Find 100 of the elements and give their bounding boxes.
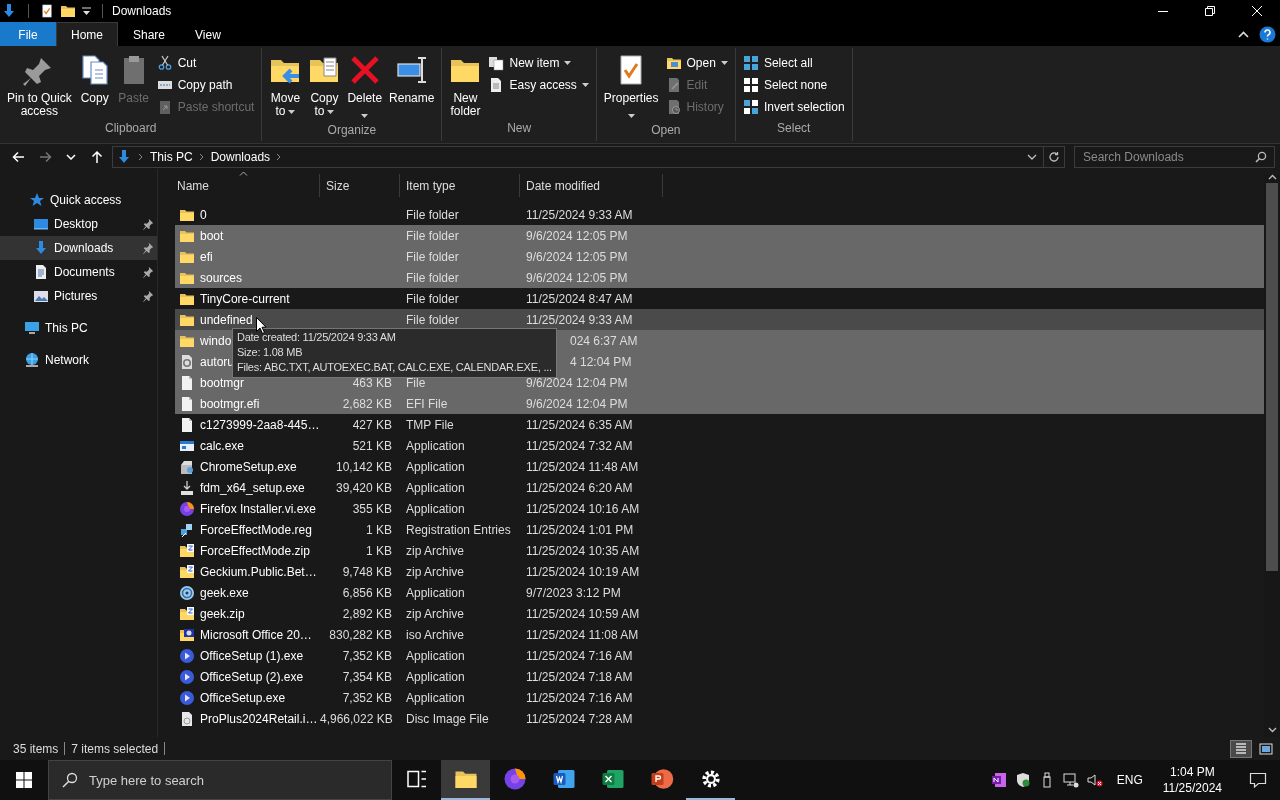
dropdown-chevron-icon[interactable]	[1027, 153, 1037, 160]
notification-icon[interactable]	[1249, 771, 1267, 789]
download-arrow-icon	[33, 240, 49, 256]
file-row[interactable]: undefined File folder 11/25/2024 9:33 AM	[175, 309, 1264, 330]
file-row[interactable]: geek.exe 6,856 KB Application 9/7/2023 3:12 PM	[175, 582, 1264, 603]
ribbon-button[interactable]: Copy to	[305, 52, 344, 123]
file-row[interactable]: Firefox Installer.vi.exe 355 KB Application 11/25/2024 10:16 AM	[175, 498, 1264, 519]
ribbon-tab[interactable]: Home	[56, 22, 118, 46]
nav-item[interactable]: Downloads	[0, 236, 157, 260]
document-icon	[179, 395, 195, 412]
nav-item[interactable]: Quick access	[0, 188, 157, 212]
file-row[interactable]: calc.exe 521 KB Application 11/25/2024 7:32 AM	[175, 435, 1264, 456]
file-row[interactable]: OfficeSetup (2).exe 7,354 KB Application 11/25/2024 7:18 AM	[175, 666, 1264, 687]
ribbon-button[interactable]: Pin to Quick access	[4, 52, 75, 121]
play-circle-icon	[179, 689, 195, 706]
ribbon-button[interactable]: Move to	[266, 52, 305, 123]
column-header[interactable]: Size	[320, 174, 400, 197]
file-row[interactable]: c1273999-2aa8-445… 427 KB TMP File 11/25/2024 6:35 AM	[175, 414, 1264, 435]
presentation-app-icon	[649, 767, 674, 791]
collapse-ribbon-icon[interactable]	[1238, 30, 1249, 38]
file-menu-tab[interactable]: File	[0, 22, 56, 46]
ribbon-button[interactable]: Easy access	[485, 74, 592, 96]
chevron-icon[interactable]	[276, 152, 283, 161]
ribbon-button[interactable]: Invert selection	[739, 96, 848, 118]
chevron-icon[interactable]	[198, 152, 205, 161]
file-row[interactable]: sources File folder 9/6/2024 12:05 PM	[175, 267, 1264, 288]
file-name: 0	[200, 207, 207, 222]
ribbon-button[interactable]: Open	[662, 52, 731, 74]
search-field[interactable]: Search Downloads	[1074, 145, 1275, 168]
file-row[interactable]: ChromeSetup.exe 10,142 KB Application 11/25/2024 11:48 AM	[175, 456, 1264, 477]
ribbon-tab[interactable]: View	[180, 22, 236, 46]
muted-speaker-icon[interactable]	[1086, 772, 1103, 788]
ribbon-button[interactable]: Copy	[75, 52, 114, 121]
file-row[interactable]: OfficeSetup.exe 7,352 KB Application 11/25/2024 7:16 AM	[175, 687, 1264, 708]
ribbon-tab[interactable]: Share	[118, 22, 181, 46]
folder-window-icon	[665, 55, 682, 71]
clock[interactable]: 1:04 PM 11/25/2024	[1162, 764, 1222, 796]
zip-folder-icon	[179, 563, 195, 580]
file-row[interactable]: ForceEffectMode.zip 1 KB zip Archive 11/25/2024 10:35 AM	[175, 540, 1264, 561]
item-count: 35 items	[13, 741, 59, 756]
address-bar[interactable]: This PC Downloads	[112, 145, 1065, 168]
refresh-icon[interactable]	[1048, 150, 1060, 163]
disc-icon	[179, 584, 195, 601]
date-modified: 11/25/2024 7:18 AM	[526, 669, 633, 684]
column-header[interactable]: Name	[175, 174, 320, 197]
file-row[interactable]: TinyCore-current File folder 11/25/2024 8:47 AM	[175, 288, 1264, 309]
pin-icon	[142, 218, 154, 230]
ribbon-button[interactable]: Cut	[153, 52, 258, 74]
scroll-down-icon[interactable]	[1267, 727, 1277, 733]
view-toggle[interactable]	[1230, 739, 1252, 758]
file-row[interactable]: Microsoft Office 20… 830,282 KB iso Archive 11/25/2024 11:08 AM	[175, 624, 1264, 645]
ribbon-button[interactable]: New folder	[446, 52, 485, 121]
language-indicator[interactable]: ENG	[1116, 773, 1143, 787]
help-icon[interactable]	[1259, 25, 1276, 43]
taskbar-button[interactable]	[441, 760, 490, 800]
search-field[interactable]: Type here to search	[48, 760, 392, 800]
file-row[interactable]: boot File folder 9/6/2024 12:05 PM	[175, 225, 1264, 246]
file-row[interactable]: 0 File folder 11/25/2024 9:33 AM	[175, 204, 1264, 225]
column-header[interactable]: Item type	[400, 174, 520, 197]
file-row[interactable]: fdm_x64_setup.exe 39,420 KB Application 11/25/2024 6:20 AM	[175, 477, 1264, 498]
nav-item[interactable]: Documents	[0, 260, 157, 284]
file-name: Microsoft Office 20…	[200, 627, 312, 642]
ribbon-button[interactable]: Rename	[386, 52, 438, 123]
ribbon-button[interactable]: New item	[485, 52, 592, 74]
file-size: 6,856 KB	[342, 585, 392, 600]
notebook-app-icon[interactable]	[990, 772, 1007, 788]
group-label: Open	[651, 123, 681, 139]
ribbon-button[interactable]: Delete	[344, 52, 386, 123]
customize-toolbar-icon[interactable]	[82, 7, 91, 15]
file-name: windo	[200, 333, 232, 348]
file-row[interactable]: bootmgr.efi 2,682 KB EFI File 9/6/2024 12:04 PM	[175, 393, 1264, 414]
ribbon-button[interactable]: Properties	[600, 52, 662, 123]
chevron-icon[interactable]	[138, 152, 144, 161]
scroll-thumb[interactable]	[1266, 183, 1278, 571]
column-header[interactable]: Date modified	[520, 174, 663, 197]
nav-item[interactable]: Pictures	[0, 284, 157, 308]
file-row[interactable]: Geckium.Public.Bet… 9,748 KB zip Archive 11/25/2024 10:19 AM	[175, 561, 1264, 582]
pin-icon	[142, 242, 154, 254]
file-row[interactable]: ForceEffectMode.reg 1 KB Registration Entries 11/25/2024 1:01 PM	[175, 519, 1264, 540]
nav-item[interactable]: This PC	[0, 316, 157, 340]
network-icon[interactable]	[1062, 772, 1079, 788]
breadcrumb[interactable]: This PC	[150, 149, 193, 164]
download-arrow-icon[interactable]	[1, 3, 17, 19]
ribbon-button[interactable]: Copy path	[153, 74, 258, 96]
nav-item[interactable]: Desktop	[0, 212, 157, 236]
ribbon-button[interactable]: Select all	[739, 52, 848, 74]
folder-icon[interactable]	[60, 3, 76, 19]
breadcrumb[interactable]: Downloads	[210, 149, 271, 164]
file-row[interactable]: geek.zip 2,892 KB zip Archive 11/25/2024 10:59 AM	[175, 603, 1264, 624]
file-row[interactable]: bootmgr 463 KB File 9/6/2024 12:04 PM	[175, 372, 1264, 393]
nav-item[interactable]: Network	[0, 348, 157, 372]
file-row[interactable]: ProPlus2024Retail.i… 4,966,022 KB Disc Image File 11/25/2024 7:28 AM	[175, 708, 1264, 729]
checkmark-page-icon[interactable]	[40, 4, 54, 18]
file-row[interactable]: efi File folder 9/6/2024 12:05 PM	[175, 246, 1264, 267]
item-type: Application	[406, 501, 465, 516]
ribbon-button[interactable]: Select none	[739, 74, 848, 96]
date-modified: 11/25/2024 9:33 AM	[526, 312, 633, 327]
file-row[interactable]: OfficeSetup (1).exe 7,352 KB Application 11/25/2024 7:16 AM	[175, 645, 1264, 666]
shield-icon[interactable]	[1014, 772, 1031, 788]
scroll-up-icon[interactable]	[1267, 174, 1277, 180]
